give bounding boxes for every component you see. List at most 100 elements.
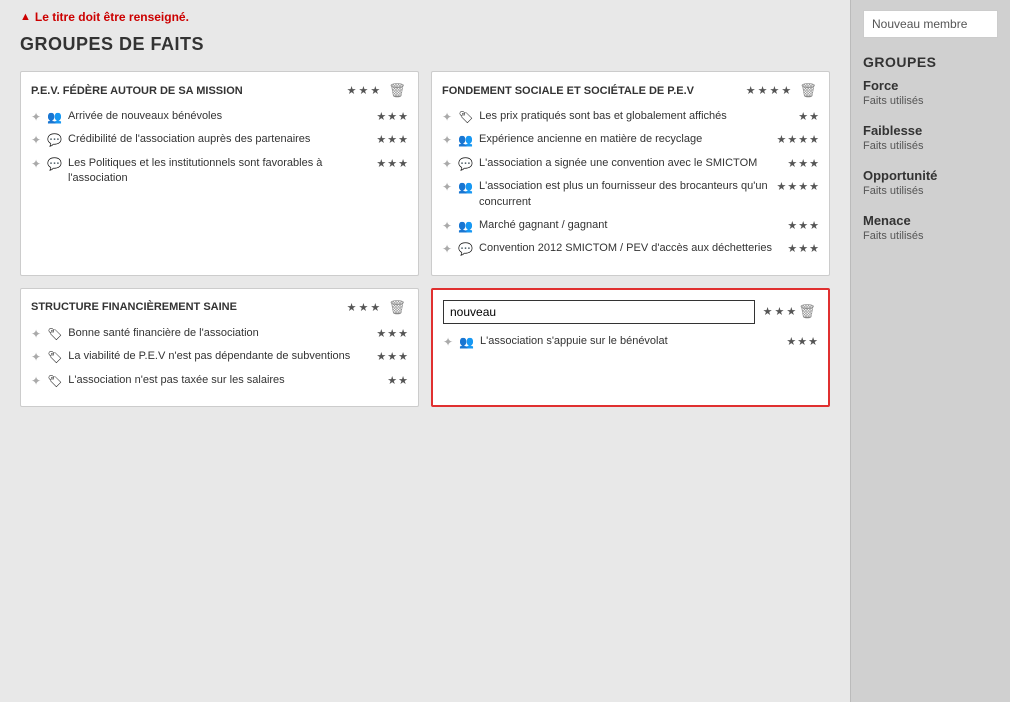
sidebar: Nouveau membre GROUPES Force Faits utili…	[850, 0, 1010, 702]
fact-text: L'association s'appuie sur le bénévolat	[480, 334, 780, 349]
fact-item: ✦ 💬 Crédibilité de l'association auprès …	[31, 132, 408, 147]
delete-card-3-button[interactable]: 🗑	[386, 299, 408, 316]
fact-icon: 💬	[458, 242, 473, 256]
star: ★	[758, 84, 768, 97]
stars-3: ★ ★ ★	[347, 301, 381, 314]
drag-handle-icon[interactable]: ✦	[31, 110, 41, 124]
drag-handle-icon[interactable]: ✦	[31, 327, 41, 341]
fact-stars: ★ ★ ★	[376, 350, 408, 363]
fact-stars: ★ ★ ★	[376, 157, 408, 170]
fact-text: L'association n'est pas taxée sur les sa…	[68, 373, 381, 388]
fact-stars: ★ ★ ★	[787, 219, 819, 232]
delete-card-4-button[interactable]: 🗑	[796, 303, 818, 320]
stars-4: ★ ★ ★	[763, 305, 797, 318]
fact-icon: 🏷	[458, 110, 473, 124]
fact-text: Arrivée de nouveaux bénévoles	[68, 109, 370, 124]
star: ★	[763, 305, 773, 318]
fact-item: ✦ 👥 Expérience ancienne en matière de re…	[442, 132, 819, 147]
group-card-header-3: STRUCTURE FINANCIÈREMENT SAINE ★ ★ ★ 🗑	[31, 299, 408, 316]
sidebar-group-sub: Faits utilisés	[863, 95, 998, 115]
fact-stars: ★ ★ ★	[787, 242, 819, 255]
fact-text: Convention 2012 SMICTOM / PEV d'accès au…	[479, 241, 781, 256]
fact-text: L'association est plus un fournisseur de…	[479, 179, 770, 210]
fact-icon: 👥	[458, 180, 473, 194]
fact-icon: 👥	[458, 133, 473, 147]
star: ★	[370, 84, 380, 97]
fact-item: ✦ 👥 L'association est plus un fournisseu…	[442, 179, 819, 210]
nouveau-membre-button[interactable]: Nouveau membre	[863, 10, 998, 38]
fact-icon: 👥	[459, 335, 474, 349]
fact-text: Les prix pratiqués sont bas et globaleme…	[479, 109, 792, 124]
fact-stars: ★ ★ ★	[786, 335, 818, 348]
drag-handle-icon[interactable]: ✦	[442, 242, 452, 256]
fact-icon: 💬	[47, 133, 62, 147]
drag-handle-icon[interactable]: ✦	[31, 157, 41, 171]
fact-stars: ★ ★ ★	[787, 157, 819, 170]
group-card-title-2: FONDEMENT SOCIALE ET SOCIÉTALE DE P.E.V	[442, 85, 740, 97]
new-group-title-input[interactable]	[443, 300, 755, 324]
star: ★	[781, 84, 791, 97]
page-title: GROUPES DE FAITS	[20, 34, 830, 55]
sidebar-group-name: Force	[863, 78, 998, 93]
stars-2: ★ ★ ★ ★	[746, 84, 792, 97]
sidebar-group-opportunite: Opportunité Faits utilisés	[863, 168, 998, 205]
fact-item: ✦ 🏷 Bonne santé financière de l'associat…	[31, 326, 408, 341]
fact-text: La viabilité de P.E.V n'est pas dépendan…	[68, 349, 370, 364]
drag-handle-icon[interactable]: ✦	[442, 219, 452, 233]
sidebar-groups-title: GROUPES	[863, 54, 998, 70]
drag-handle-icon[interactable]: ✦	[442, 180, 452, 194]
main-content: Le titre doit être renseigné. GROUPES DE…	[0, 0, 850, 702]
sidebar-group-name: Menace	[863, 213, 998, 228]
group-card-header-2: FONDEMENT SOCIALE ET SOCIÉTALE DE P.E.V …	[442, 82, 819, 99]
fact-stars: ★ ★	[798, 110, 819, 123]
fact-stars: ★ ★ ★ ★	[777, 180, 820, 193]
sidebar-group-sub: Faits utilisés	[863, 185, 998, 205]
drag-handle-icon[interactable]: ✦	[442, 157, 452, 171]
fact-text: Bonne santé financière de l'association	[68, 326, 370, 341]
group-card-3: STRUCTURE FINANCIÈREMENT SAINE ★ ★ ★ 🗑 ✦…	[20, 288, 419, 407]
fact-stars: ★ ★ ★ ★	[777, 133, 820, 146]
sidebar-group-name: Faiblesse	[863, 123, 998, 138]
drag-handle-icon[interactable]: ✦	[31, 374, 41, 388]
fact-icon: 💬	[47, 157, 62, 171]
star: ★	[370, 301, 380, 314]
drag-handle-icon[interactable]: ✦	[442, 133, 452, 147]
fact-item: ✦ 💬 Les Politiques et les institutionnel…	[31, 156, 408, 187]
star: ★	[786, 305, 796, 318]
stars-1: ★ ★ ★	[347, 84, 381, 97]
fact-icon: 🏷	[47, 350, 62, 364]
group-card-title-3: STRUCTURE FINANCIÈREMENT SAINE	[31, 301, 341, 313]
drag-handle-icon[interactable]: ✦	[31, 350, 41, 364]
group-card-1: P.E.V. FÉDÈRE AUTOUR DE SA MISSION ★ ★ ★…	[20, 71, 419, 276]
new-group-header: ★ ★ ★ 🗑	[443, 300, 818, 324]
star: ★	[769, 84, 779, 97]
star: ★	[358, 84, 368, 97]
fact-icon: 🏷	[47, 374, 62, 388]
delete-card-1-button[interactable]: 🗑	[386, 82, 408, 99]
fact-item: ✦ 💬 L'association a signée une conventio…	[442, 156, 819, 171]
fact-icon: 👥	[47, 110, 62, 124]
group-card-title-1: P.E.V. FÉDÈRE AUTOUR DE SA MISSION	[31, 85, 341, 97]
error-message: Le titre doit être renseigné.	[20, 10, 830, 24]
fact-item: ✦ 👥 L'association s'appuie sur le bénévo…	[443, 334, 818, 349]
fact-stars: ★ ★ ★	[376, 133, 408, 146]
fact-icon: 👥	[458, 219, 473, 233]
delete-card-2-button[interactable]: 🗑	[797, 82, 819, 99]
star: ★	[774, 305, 784, 318]
group-card-4-new: ★ ★ ★ 🗑 ✦ 👥 L'association s'appuie sur l…	[431, 288, 830, 407]
fact-item: ✦ 👥 Marché gagnant / gagnant ★ ★ ★	[442, 218, 819, 233]
star: ★	[347, 84, 357, 97]
fact-item: ✦ 🏷 Les prix pratiqués sont bas et globa…	[442, 109, 819, 124]
sidebar-group-force: Force Faits utilisés	[863, 78, 998, 115]
fact-item: ✦ 🏷 L'association n'est pas taxée sur le…	[31, 373, 408, 388]
drag-handle-icon[interactable]: ✦	[442, 110, 452, 124]
sidebar-group-sub: Faits utilisés	[863, 230, 998, 250]
fact-stars: ★ ★ ★	[376, 327, 408, 340]
sidebar-group-faiblesse: Faiblesse Faits utilisés	[863, 123, 998, 160]
fact-stars: ★ ★	[387, 374, 408, 387]
drag-handle-icon[interactable]: ✦	[443, 335, 453, 349]
star: ★	[746, 84, 756, 97]
fact-text: Marché gagnant / gagnant	[479, 218, 781, 233]
fact-text: Les Politiques et les institutionnels so…	[68, 156, 370, 187]
drag-handle-icon[interactable]: ✦	[31, 133, 41, 147]
